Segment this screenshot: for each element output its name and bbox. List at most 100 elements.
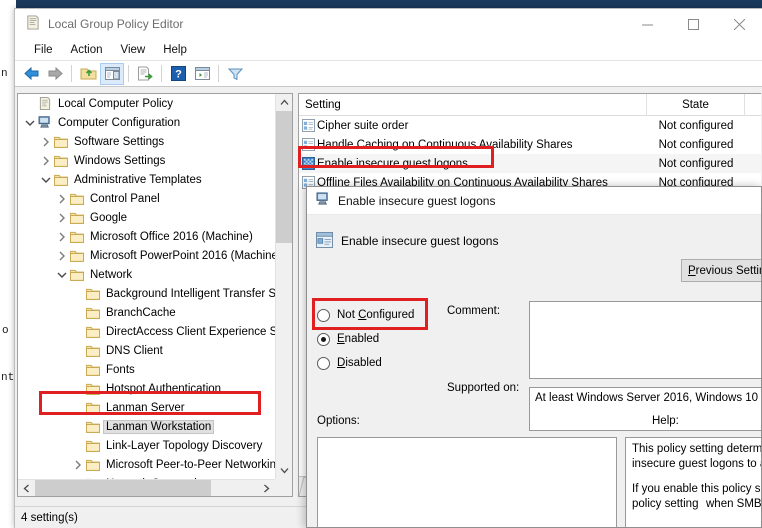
previous-setting-button[interactable]: Previous Setting: [681, 259, 762, 282]
column-header-extra[interactable]: [745, 94, 761, 116]
dialog-policy-name: Enable insecure guest logons: [341, 234, 498, 248]
chevron-right-icon[interactable]: [54, 251, 70, 261]
navigation-tree-pane[interactable]: Local Computer PolicyComputer Configurat…: [17, 93, 293, 497]
chevron-right-icon[interactable]: [54, 213, 70, 223]
tree-item-label: Microsoft PowerPoint 2016 (Machine): [88, 250, 276, 262]
options-panel[interactable]: [317, 437, 617, 528]
show-hide-tree-button[interactable]: [100, 63, 124, 85]
tree-hscrollbar-thumb[interactable]: [35, 480, 211, 497]
minimize-icon[interactable]: [624, 9, 670, 39]
help-panel[interactable]: This policy setting determi insecure gue…: [625, 437, 762, 528]
tree-item-hotspot-authentication[interactable]: Hotspot Authentication: [18, 379, 276, 398]
table-row[interactable]: Enable insecure guest logonsNot configur…: [299, 154, 761, 173]
help-line-4-wrapper: policy setting when SMB clie: [632, 497, 762, 512]
close-icon[interactable]: [716, 9, 762, 39]
export-list-button[interactable]: [133, 63, 157, 85]
help-button[interactable]: ?: [166, 63, 190, 85]
tree-item-dns-client[interactable]: DNS Client: [18, 341, 276, 360]
tree-item-branchcache[interactable]: BranchCache: [18, 303, 276, 322]
tree-item-label: DNS Client: [104, 345, 165, 357]
column-header-setting[interactable]: Setting: [299, 94, 647, 116]
chevron-down-icon[interactable]: [22, 119, 38, 127]
chevron-right-icon[interactable]: [54, 194, 70, 204]
policy-setting-selected-icon: [299, 157, 317, 170]
svg-text:?: ?: [175, 69, 182, 81]
policy-setting-icon: [316, 232, 333, 251]
tree-item-control-panel[interactable]: Control Panel: [18, 189, 276, 208]
dialog-title: Enable insecure guest logons: [338, 194, 495, 208]
tree-item-label: Control Panel: [88, 193, 162, 205]
radio-label-enabled: Enabled: [337, 333, 379, 345]
folder-icon: [70, 193, 88, 205]
tree-item-microsoft-office-2016-machine[interactable]: Microsoft Office 2016 (Machine): [18, 227, 276, 246]
tree-item-network[interactable]: Network: [18, 265, 276, 284]
tree-item-label: Network: [88, 269, 134, 281]
menu-item-file[interactable]: File: [25, 42, 62, 58]
tree-item-computer-configuration[interactable]: Computer Configuration: [18, 113, 276, 132]
tree-item-software-settings[interactable]: Software Settings: [18, 132, 276, 151]
setting-state: Not configured: [647, 139, 745, 151]
scroll-up-icon[interactable]: [276, 94, 293, 111]
tree-item-fonts[interactable]: Fonts: [18, 360, 276, 379]
tree-item-directaccess-client-experience-settings[interactable]: DirectAccess Client Experience Settings: [18, 322, 276, 341]
tree-item-local-computer-policy[interactable]: Local Computer Policy: [18, 94, 276, 113]
menu-item-action[interactable]: Action: [62, 42, 112, 58]
column-header-state[interactable]: State: [647, 94, 745, 116]
tree-item-background-intelligent-transfer-service[interactable]: Background Intelligent Transfer Service: [18, 284, 276, 303]
tree-item-administrative-templates[interactable]: Administrative Templates: [18, 170, 276, 189]
radio-mark-enabled: [317, 333, 330, 346]
tree-scrollbar-thumb[interactable]: [276, 111, 293, 243]
tree-item-microsoft-powerpoint-2016-machine[interactable]: Microsoft PowerPoint 2016 (Machine): [18, 246, 276, 265]
radio-disabled[interactable]: Disabled: [317, 351, 441, 375]
show-details-button[interactable]: [190, 63, 214, 85]
tree-item-lanman-server[interactable]: Lanman Server: [18, 398, 276, 417]
menu-item-help[interactable]: Help: [154, 42, 196, 58]
filter-button[interactable]: [223, 63, 247, 85]
maximize-icon[interactable]: [670, 9, 716, 39]
table-row[interactable]: Cipher suite orderNot configured: [299, 116, 761, 135]
forward-button[interactable]: [43, 63, 67, 85]
tree-vertical-scrollbar[interactable]: [275, 94, 292, 479]
tree-item-lanman-workstation[interactable]: Lanman Workstation: [18, 417, 276, 436]
folder-icon: [86, 345, 104, 357]
policy-setting-icon: [299, 119, 317, 132]
tree-horizontal-scrollbar[interactable]: [18, 479, 275, 496]
up-one-level-button[interactable]: [76, 63, 100, 85]
scroll-left-icon[interactable]: [18, 480, 35, 497]
comment-label: Comment:: [447, 305, 500, 317]
scroll-right-icon[interactable]: [258, 480, 275, 497]
radio-not-configured[interactable]: Not Configured: [317, 303, 441, 327]
folder-icon: [70, 269, 88, 281]
tree-item-microsoft-peer-to-peer-networking-services[interactable]: Microsoft Peer-to-Peer Networking Servic…: [18, 455, 276, 474]
chevron-down-icon[interactable]: [38, 176, 54, 184]
tree-item-windows-settings[interactable]: Windows Settings: [18, 151, 276, 170]
tree-item-label: Fonts: [104, 364, 137, 376]
folder-icon: [86, 402, 104, 414]
computer-icon: [38, 116, 56, 129]
setting-name: Handle Caching on Continuous Availabilit…: [317, 139, 647, 151]
radio-enabled[interactable]: Enabled: [317, 327, 441, 351]
folder-icon: [54, 174, 72, 186]
back-button[interactable]: [19, 63, 43, 85]
help-line-4: policy setting: [632, 498, 698, 510]
help-line-1: This policy setting determi: [632, 442, 762, 457]
settings-rows-container: Cipher suite orderNot configured Handle C…: [299, 116, 761, 192]
scroll-down-icon[interactable]: [276, 462, 293, 479]
policy-setting-dialog: Enable insecure guest logons Enable inse…: [306, 186, 762, 528]
chevron-right-icon[interactable]: [54, 232, 70, 242]
chevron-right-icon[interactable]: [38, 137, 54, 147]
radio-label-disabled: Disabled: [337, 357, 382, 369]
folder-icon: [86, 421, 104, 433]
menu-item-view[interactable]: View: [112, 42, 155, 58]
comment-textarea[interactable]: [529, 301, 762, 379]
tree-item-label: DirectAccess Client Experience Settings: [104, 326, 276, 338]
tree-item-google[interactable]: Google: [18, 208, 276, 227]
chevron-down-icon[interactable]: [54, 271, 70, 279]
tree-item-link-layer-topology-discovery[interactable]: Link-Layer Topology Discovery: [18, 436, 276, 455]
help-line-2: insecure guest logons to a: [632, 457, 762, 472]
table-row[interactable]: Handle Caching on Continuous Availabilit…: [299, 135, 761, 154]
chevron-right-icon[interactable]: [38, 156, 54, 166]
chevron-right-icon[interactable]: [70, 460, 86, 470]
setting-name: Enable insecure guest logons: [317, 158, 647, 170]
tree-item-label: Background Intelligent Transfer Service: [104, 288, 276, 300]
